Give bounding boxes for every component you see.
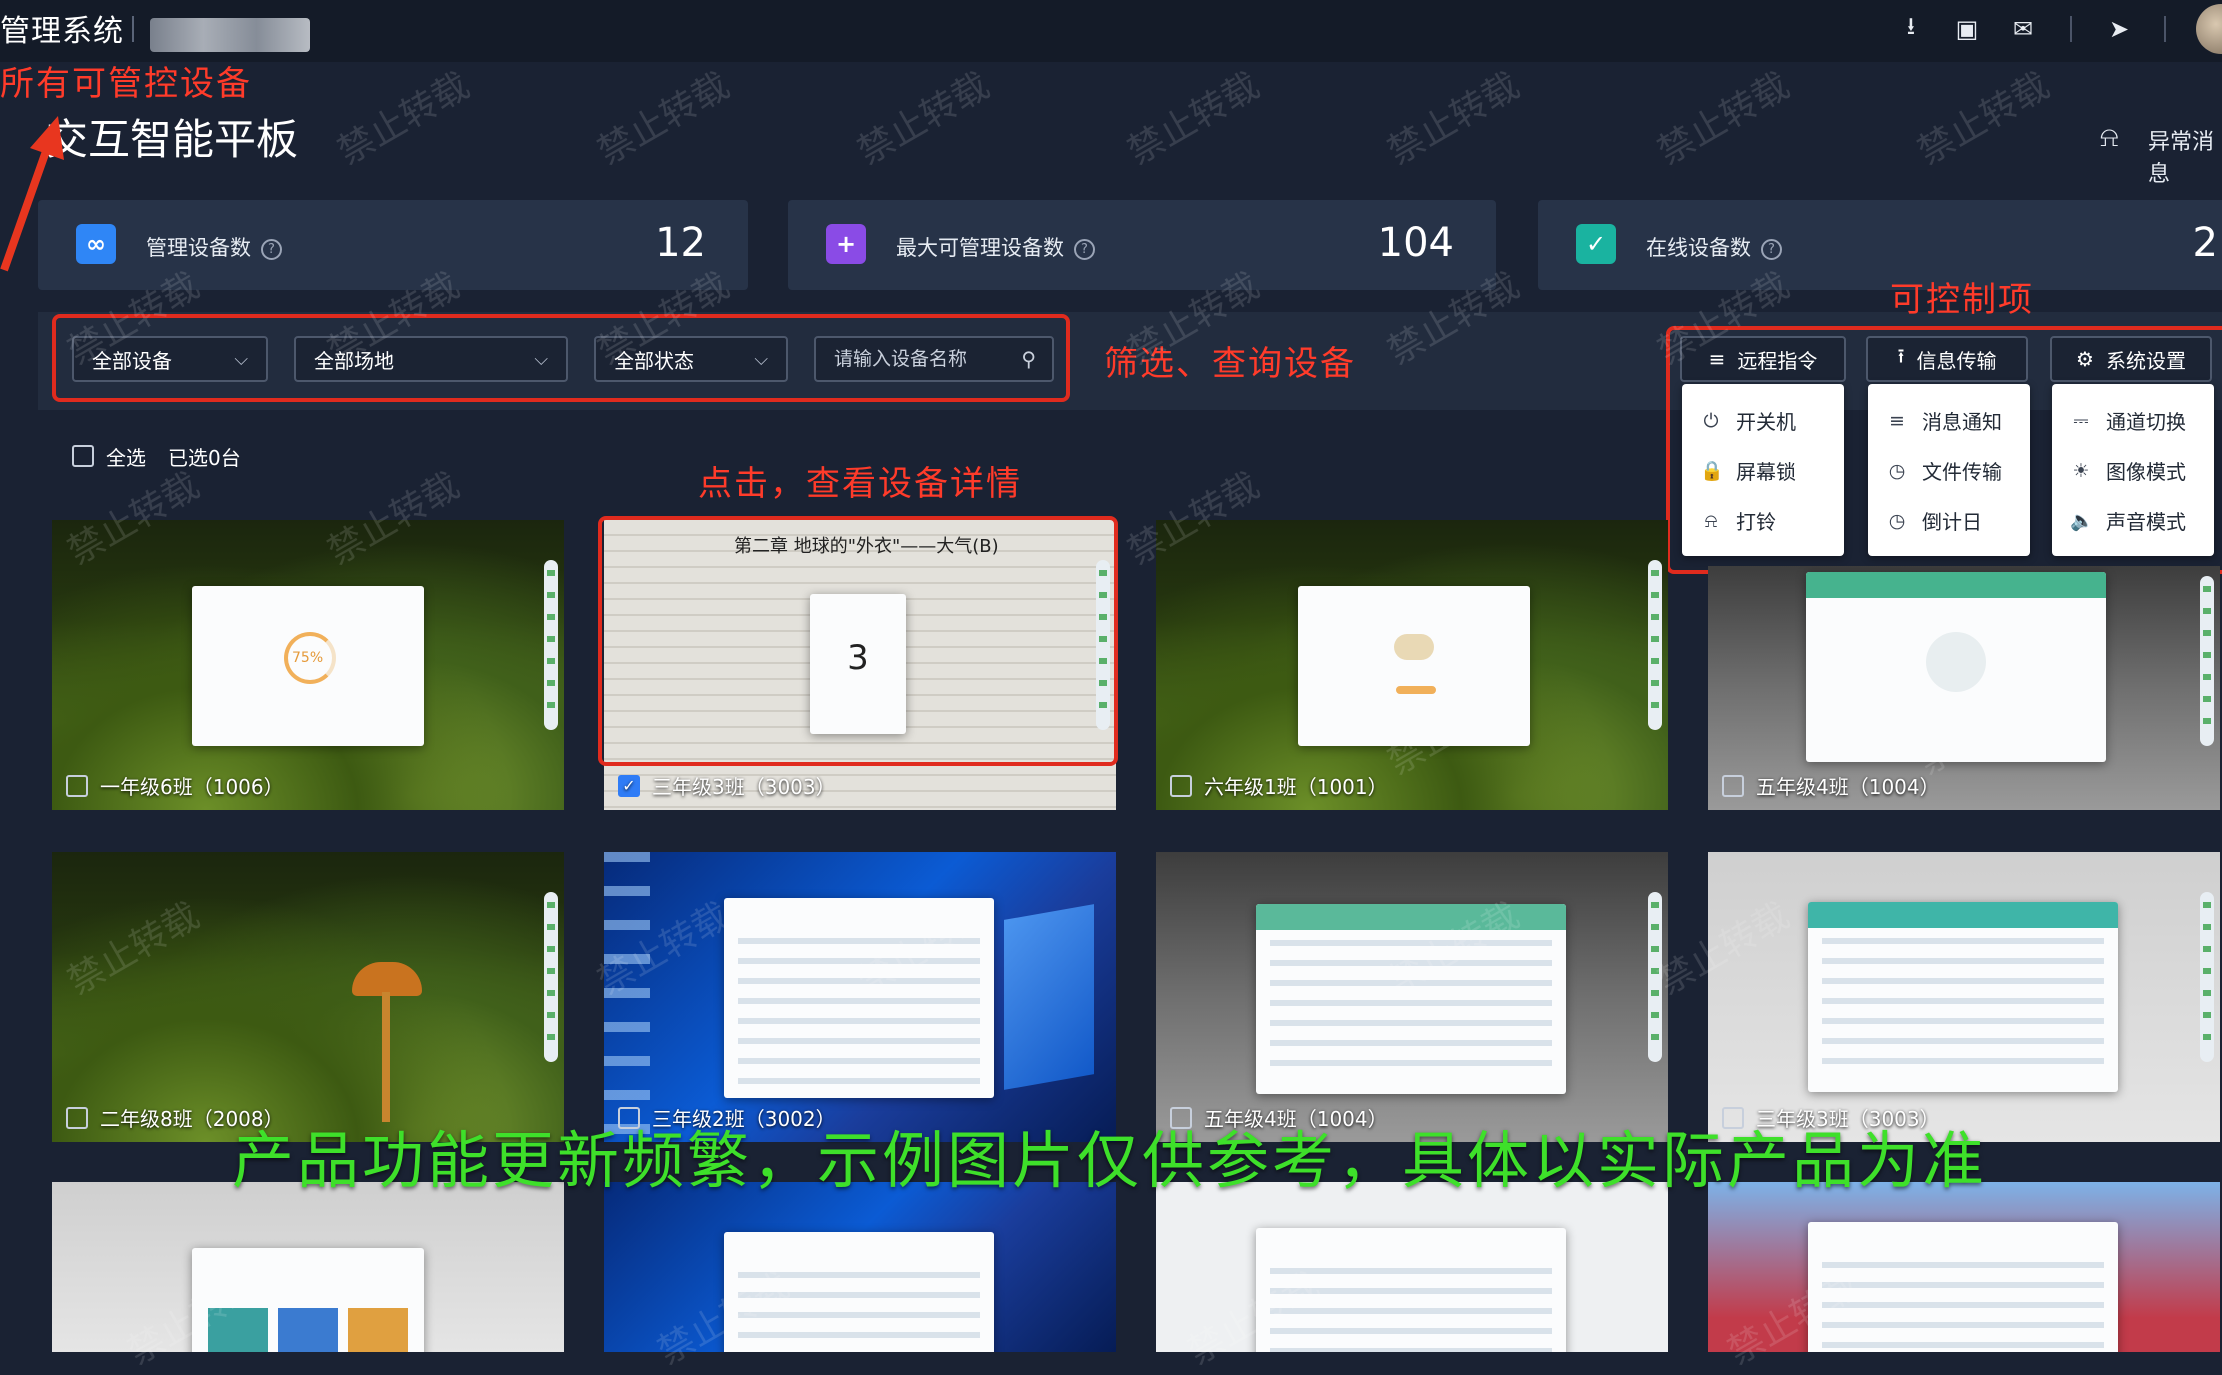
top-bar [0, 0, 2222, 62]
stat-value: 104 [1377, 220, 1454, 266]
info-transfer-button[interactable]: ⭱ 信息传输 [1866, 336, 2028, 382]
board-sidebar [544, 560, 558, 730]
device-tile[interactable]: 三年级2班（3002） [604, 852, 1116, 1142]
speaker-icon: 🔈 [2070, 510, 2094, 532]
download-icon[interactable]: ⭳ [1896, 12, 1926, 44]
stat-label: 在线设备数 [1646, 236, 1751, 260]
system-title: 管理系统 [0, 14, 124, 49]
help-icon[interactable]: ? [1074, 238, 1095, 260]
screen-preview [1808, 902, 2118, 1092]
plus-icon: + [826, 224, 866, 264]
device-name: 一年级6班（1006） [100, 775, 284, 799]
check-icon: ✓ [1576, 224, 1616, 264]
page-title: 交互智能平板 [46, 115, 299, 164]
upload-icon: ⭱ [1897, 344, 1905, 368]
menu-item-image-mode[interactable]: ☀ 图像模式 [2070, 456, 2186, 485]
annotation-all-devices: 所有可管控设备 [0, 64, 252, 104]
search-icon[interactable]: ⚲ [1021, 347, 1036, 371]
bell-icon: ⍾ [1704, 509, 1718, 532]
watermark: 禁止转载 [331, 65, 477, 173]
clock-icon: ◷ [1888, 459, 1906, 482]
device-tile[interactable]: 二年级8班（2008） [52, 852, 564, 1142]
device-tile[interactable]: 三年级3班（3003） [1708, 852, 2220, 1142]
chevron-down-icon: ⌵ [534, 348, 548, 370]
system-settings-menu: ⎓ 通道切换 ☀ 图像模式 🔈 声音模式 [2052, 384, 2214, 556]
watermark: 禁止转载 [1381, 65, 1527, 173]
menu-item-sound-mode[interactable]: 🔈 声音模式 [2070, 506, 2186, 535]
power-icon: ⏻ [1703, 409, 1719, 432]
annotation-box-tile [598, 516, 1118, 766]
progress-text: 75% [292, 650, 324, 666]
menu-item-countdown[interactable]: ◷ 倒计日 [1886, 506, 1982, 535]
stat-card-online: ✓ 在线设备数? 2 [1538, 200, 2222, 290]
lock-icon: 🔒 [1700, 460, 1724, 482]
lines-icon: ≡ [1889, 409, 1905, 432]
gear-icon: ⚙ [2076, 347, 2094, 371]
stat-label: 管理设备数 [146, 236, 251, 260]
monitor-icon: ⎓ [2073, 409, 2089, 432]
message-icon[interactable]: ✉ [2008, 14, 2038, 44]
watermark: 禁止转载 [851, 65, 997, 173]
search-input[interactable] [832, 347, 1006, 371]
board-sidebar [2200, 576, 2214, 746]
device-search: ⚲ [814, 336, 1054, 382]
divider [132, 16, 134, 42]
info-transfer-menu: ≡ 消息通知 ◷ 文件传输 ◷ 倒计日 [1868, 384, 2030, 556]
send-icon[interactable]: ➤ [2104, 14, 2134, 44]
menu-item-screen-lock[interactable]: 🔒 屏幕锁 [1700, 456, 1796, 485]
device-name: 五年级4班（1004） [1756, 775, 1940, 799]
screen-preview: 75% [192, 586, 424, 746]
sun-icon: ☀ [2072, 459, 2090, 482]
annotation-controls: 可控制项 [1890, 280, 2034, 320]
device-name: 三年级3班（3003） [652, 775, 836, 799]
stat-value: 12 [655, 220, 706, 266]
menu-item-channel[interactable]: ⎓ 通道切换 [2070, 406, 2186, 435]
device-tile[interactable]: 75% 一年级6班（1006） [52, 520, 564, 810]
blurred-school-name [150, 18, 310, 52]
board-sidebar [1648, 560, 1662, 730]
device-tile[interactable]: 五年级4班（1004） [1708, 566, 2220, 810]
chevron-down-icon: ⌵ [234, 348, 248, 370]
clock-icon: ◷ [1888, 509, 1906, 532]
annotation-arrow [0, 116, 64, 272]
device-name: 六年级1班（1001） [1204, 775, 1388, 799]
book-icon[interactable]: ▣ [1952, 14, 1982, 44]
select-all-checkbox[interactable] [72, 445, 94, 467]
alert-messages-link[interactable]: 异常消息 [2148, 124, 2222, 188]
stat-label: 最大可管理设备数 [896, 236, 1064, 260]
bell-icon[interactable]: ⍾ [2100, 120, 2132, 153]
device-checkbox[interactable] [1722, 774, 1744, 797]
board-sidebar [2200, 892, 2214, 1062]
board-sidebar [544, 892, 558, 1062]
remote-command-menu: ⏻ 开关机 🔒 屏幕锁 ⍾ 打铃 [1682, 384, 1844, 556]
watermark: 禁止转载 [1651, 65, 1797, 173]
device-checkbox[interactable] [1170, 774, 1192, 797]
stat-card-max: + 最大可管理设备数? 104 [788, 200, 1496, 290]
watermark: 禁止转载 [591, 65, 737, 173]
menu-item-power[interactable]: ⏻ 开关机 [1700, 406, 1796, 435]
link-icon: ∞ [76, 224, 116, 264]
watermark: 禁止转载 [1911, 65, 2057, 173]
system-settings-button[interactable]: ⚙ 系统设置 [2050, 336, 2212, 382]
stat-card-managed: ∞ 管理设备数? 12 [38, 200, 748, 290]
chevron-down-icon: ⌵ [754, 348, 768, 370]
device-checkbox[interactable] [66, 1106, 88, 1129]
disclaimer-note: 产品功能更新频繁，示例图片仅供参考，具体以实际产品为准 [232, 1124, 1988, 1197]
help-icon[interactable]: ? [1761, 238, 1782, 260]
device-checkbox[interactable] [66, 774, 88, 797]
device-checkbox[interactable]: ✓ [618, 774, 640, 797]
menu-item-file-transfer[interactable]: ◷ 文件传输 [1886, 456, 2002, 485]
menu-item-bell[interactable]: ⍾ 打铃 [1700, 506, 1776, 535]
watermark: 禁止转载 [1121, 65, 1267, 173]
select-all-label[interactable]: 全选 [106, 442, 146, 471]
annotation-click-detail: 点击，查看设备详情 [698, 464, 1022, 504]
divider [2070, 16, 2072, 42]
divider [2164, 16, 2166, 42]
menu-item-notification[interactable]: ≡ 消息通知 [1886, 406, 2002, 435]
help-icon[interactable]: ? [261, 238, 282, 260]
stat-value: 2 [2192, 220, 2218, 266]
